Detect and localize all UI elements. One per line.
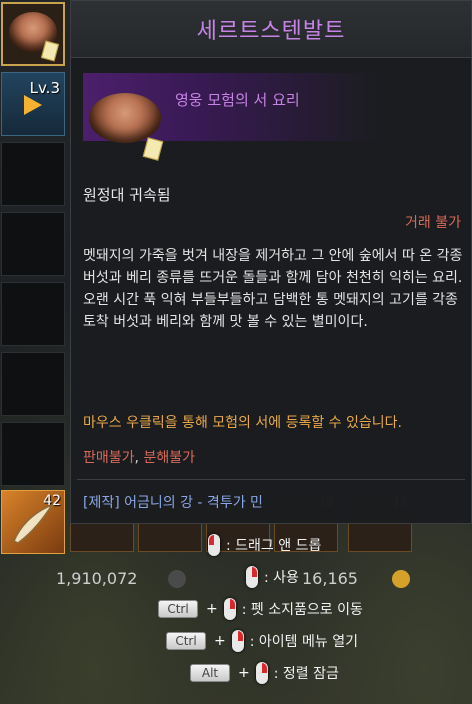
item-tooltip: 세르트스텐발트 영웅 모험의 서 요리 원정대 귀속됨 거래 불가 멧돼지의 가… [70, 0, 472, 524]
tooltip-header: 세르트스텐발트 [71, 1, 471, 58]
description-paragraph: 오랜 시간 푹 익혀 부들부들하고 담백한 통 멧돼지의 고기를 각종 토착 버… [83, 292, 458, 330]
hint-label: : 사용 [264, 570, 299, 586]
fang-icon [13, 503, 54, 544]
mouse-right-icon [231, 630, 244, 652]
hint-pet: Ctrl + : 펫 소지품으로 이동 [158, 598, 363, 620]
item-description: 멧돼지의 가죽을 벗겨 내장을 제거하고 그 안에 숲에서 따 온 각종 버섯과… [83, 245, 463, 333]
inventory-slot-empty[interactable] [1, 142, 65, 206]
inventory-slot-empty[interactable] [1, 422, 65, 486]
hint-label: : 드래그 앤 드롭 [226, 538, 322, 554]
hint-label: : 정렬 잠금 [273, 666, 339, 682]
item-category: 영웅 모험의 서 요리 [175, 91, 300, 109]
inventory-slot-empty[interactable] [1, 282, 65, 346]
inventory-slot-selected[interactable] [1, 2, 65, 66]
ctrl-key-icon: Ctrl [158, 600, 198, 618]
silver-coin-icon [168, 570, 186, 588]
no-sell-flag: 판매불가 [83, 450, 135, 466]
plus-sign: + [238, 665, 250, 681]
item-flags: 판매불가, 분해불가 [83, 447, 195, 467]
plus-sign: + [206, 601, 218, 617]
hint-drag: : 드래그 앤 드롭 [208, 534, 321, 556]
gold-amount: 16,165 [302, 569, 358, 588]
inventory-slot-empty[interactable] [1, 212, 65, 276]
gold-coin-icon [392, 570, 410, 588]
plus-sign: + [214, 633, 226, 649]
mouse-right-icon [255, 662, 268, 684]
crafter-info: [제작] 어금니의 강 - 격투가 민 [83, 495, 263, 511]
recipe-note-icon [142, 137, 164, 161]
ctrl-key-icon: Ctrl [166, 632, 206, 650]
hint-menu: Ctrl + : 아이템 메뉴 열기 [166, 630, 358, 652]
description-paragraph: 멧돼지의 가죽을 벗겨 내장을 제거하고 그 안에 숲에서 따 온 각종 버섯과… [83, 248, 463, 286]
alt-key-icon: Alt [190, 664, 230, 682]
mouse-left-icon [208, 534, 220, 556]
mouse-right-icon [246, 566, 258, 588]
hint-use: : 사용 [246, 566, 299, 588]
inventory-slot-level[interactable]: Lv.3 [1, 72, 65, 136]
mouse-right-icon [223, 598, 236, 620]
recipe-note-icon [40, 40, 60, 62]
no-disassemble-flag: 분해불가 [143, 450, 195, 466]
food-bowl-icon [89, 93, 161, 143]
register-hint: 마우스 우클릭을 통해 모험의 서에 등록할 수 있습니다. [83, 415, 402, 431]
arrow-icon [24, 95, 42, 115]
trade-status: 거래 불가 [405, 215, 461, 231]
inventory-slot-empty[interactable] [1, 352, 65, 416]
hint-label: : 펫 소지품으로 이동 [241, 602, 363, 618]
binding-status: 원정대 귀속됨 [83, 186, 171, 204]
divider [77, 479, 465, 480]
inventory-column: Lv.3 42 [0, 0, 68, 560]
hint-lock: Alt + : 정렬 잠금 [190, 662, 339, 684]
flag-separator: , [134, 450, 139, 466]
inventory-slot-fang[interactable]: 42 [1, 490, 65, 554]
item-name: 세르트스텐발트 [196, 19, 346, 44]
hint-label: : 아이템 메뉴 열기 [249, 634, 358, 650]
silver-amount: 1,910,072 [56, 569, 138, 588]
